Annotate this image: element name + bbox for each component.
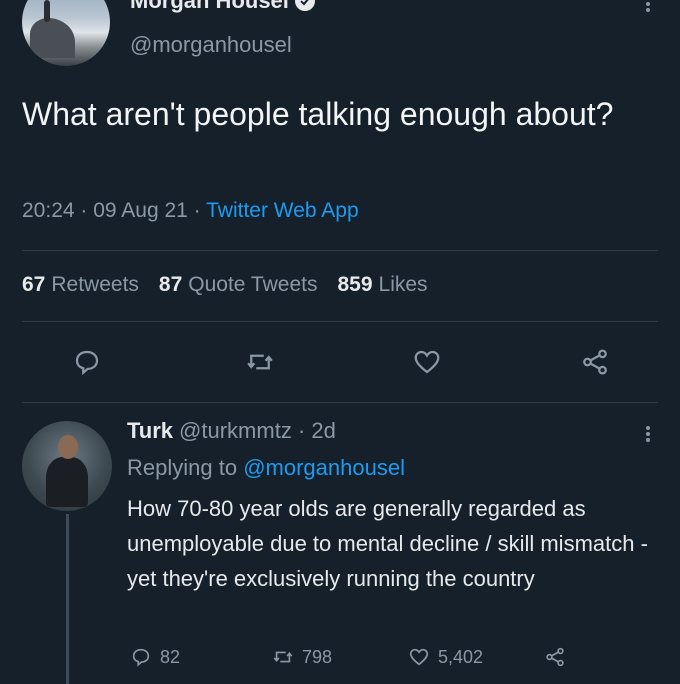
divider [22,402,658,403]
reply-retweets-button[interactable]: 798 [272,646,332,668]
tweet-date[interactable]: 09 Aug 21 [93,199,188,222]
reply-share-button[interactable] [544,646,566,668]
retweet-icon [273,651,293,663]
reply-replies-button[interactable]: 82 [130,646,180,668]
reply-author-handle[interactable]: @turkmmtz [179,418,292,443]
retweet-icon[interactable] [245,347,275,377]
reply-age[interactable]: 2d [311,418,335,443]
tweet-time[interactable]: 20:24 [22,199,75,222]
share-icon [546,647,564,667]
like-icon[interactable] [412,347,442,377]
reply-author-name[interactable]: Turk [127,418,173,443]
author-avatar[interactable] [22,0,110,66]
reply-retweets-count: 798 [302,646,333,667]
share-icon[interactable] [580,347,610,377]
author-handle[interactable]: @morganhousel [130,32,292,58]
author-name-text: Morgan Housel [130,0,289,13]
reply-replies-count: 82 [160,646,181,667]
thread-line [66,514,69,684]
replying-to: Replying to @morganhousel [127,455,405,481]
tweet-text: What aren't people talking enough about? [22,96,614,132]
divider [22,321,658,322]
divider [22,250,658,251]
reply-likes-button[interactable]: 5,402 [408,646,483,668]
like-icon [409,648,429,666]
reply-text: How 70-80 year olds are generally regard… [127,496,648,591]
likes-stat[interactable]: 859 Likes [337,273,427,297]
replying-handle[interactable]: @morganhousel [243,455,405,480]
reply-icon[interactable] [72,347,102,377]
reply-icon [132,648,150,667]
retweets-stat[interactable]: 67 Retweets [22,273,139,297]
tweet-source[interactable]: Twitter Web App [206,199,359,222]
author-name[interactable]: Morgan Housel [130,0,315,14]
verified-icon [294,0,315,11]
tweet-meta: 20:24 · 09 Aug 21 · Twitter Web App [22,199,359,222]
more-options-icon[interactable] [641,424,655,446]
replying-prefix: Replying to [127,455,238,480]
more-options-icon[interactable] [641,0,655,16]
tweet-stats: 67 Retweets 87 Quote Tweets 859 Likes [22,273,428,297]
reply-likes-count: 5,402 [438,646,484,667]
reply-author-avatar[interactable] [22,421,112,511]
quotes-stat[interactable]: 87 Quote Tweets [159,273,318,297]
reply-header: Turk @turkmmtz · 2d [127,418,336,443]
